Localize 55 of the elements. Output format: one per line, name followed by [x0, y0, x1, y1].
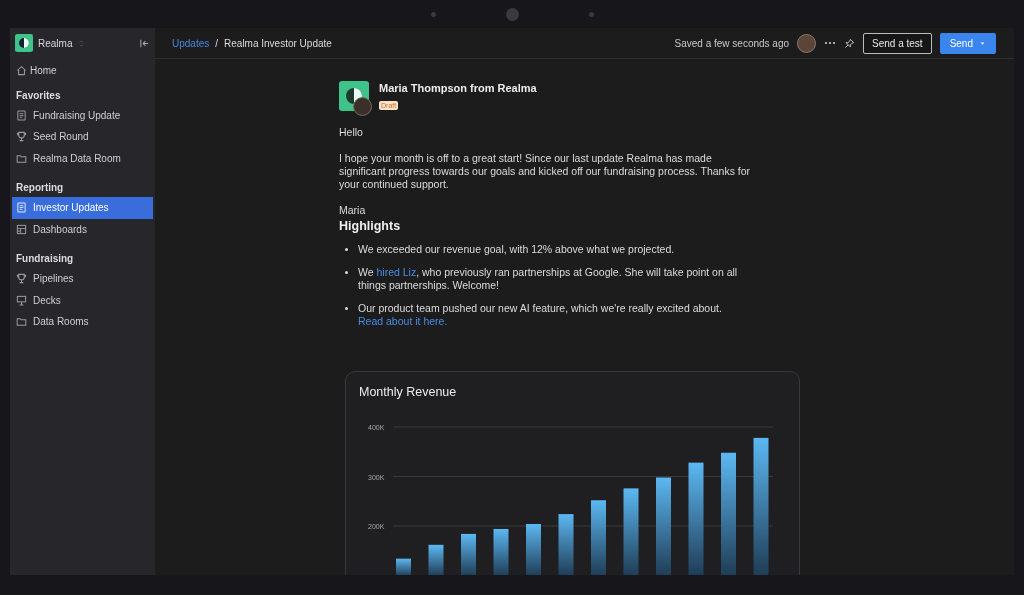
bullet-icon [345, 307, 348, 310]
chart-title: Monthly Revenue [358, 384, 458, 401]
folder-icon [16, 152, 27, 164]
body-paragraph: I hope your month is off to a great start! Since our last update Realma has made significant progress towards our goals and kicked off our fundraising process. Thanks for your continued support. [339, 152, 752, 191]
bar [396, 558, 411, 575]
breadcrumb-separator: / [215, 37, 219, 49]
collapse-sidebar-icon [139, 37, 150, 49]
sidebar-item[interactable]: Investor Updates [12, 197, 153, 219]
section-heading: Highlights [339, 219, 402, 233]
breadcrumb-current: Realma Investor Update [224, 37, 332, 49]
bullet-text: We exceeded our revenue goal, with 12% above what we projected. [358, 243, 676, 256]
pin-icon [844, 37, 856, 49]
bullet-icon [345, 248, 348, 251]
sidebar-item[interactable]: Realma Data Room [12, 147, 153, 169]
document-icon [16, 109, 27, 121]
home-icon [16, 65, 27, 77]
dashboard-icon [16, 223, 27, 235]
sidebar-item[interactable]: Data Rooms [12, 311, 153, 333]
bar [428, 544, 444, 575]
trophy-icon [16, 131, 27, 143]
avatar[interactable] [797, 33, 817, 53]
sidebar-item[interactable]: Fundraising Update [12, 104, 153, 126]
breadcrumb-link[interactable]: Updates [172, 37, 210, 49]
send-test-button[interactable]: Send a test [863, 32, 932, 54]
sensor-icon [588, 11, 594, 17]
bar [461, 533, 476, 575]
bullet-text: We hired Liz, who previously ran partnerships at Google. She will take point on all things partnerships. Welcome! [358, 266, 739, 292]
text-link[interactable]: Read about it here. [358, 315, 448, 327]
sender-name: Maria Thompson from Realma [379, 82, 537, 94]
bullet-icon [345, 271, 348, 274]
section-heading: Fundraising [15, 252, 75, 266]
bar [526, 524, 541, 575]
logo-icon [15, 34, 33, 52]
sensor-icon [430, 11, 436, 17]
greeting-text: Hello [339, 126, 364, 139]
section-heading: Reporting [15, 181, 65, 195]
bullet-text: Our product team pushed our new AI feature, which we're really excited about. Read about it here. [358, 302, 723, 328]
sidebar-item[interactable]: Decks [12, 289, 153, 311]
sidebar-item[interactable]: Pipelines [12, 268, 153, 290]
send-button[interactable]: Send [939, 32, 996, 54]
section-heading: Favorites [15, 88, 62, 103]
avatar [353, 97, 372, 116]
workspace-name[interactable]: Realma [38, 37, 73, 49]
signature-text: Maria [339, 204, 367, 217]
sidebar-item[interactable]: Home [12, 60, 153, 82]
easel-icon [16, 294, 27, 306]
camera-icon [505, 7, 519, 21]
trophy-icon [16, 273, 27, 285]
sidebar-item[interactable]: Dashboards [12, 218, 153, 240]
save-status: Saved a few seconds ago [674, 37, 790, 49]
document-icon [16, 202, 27, 214]
folder-icon [16, 316, 27, 328]
bar [558, 514, 574, 575]
sidebar-item[interactable]: Seed Round [12, 126, 153, 148]
bar [493, 528, 509, 575]
